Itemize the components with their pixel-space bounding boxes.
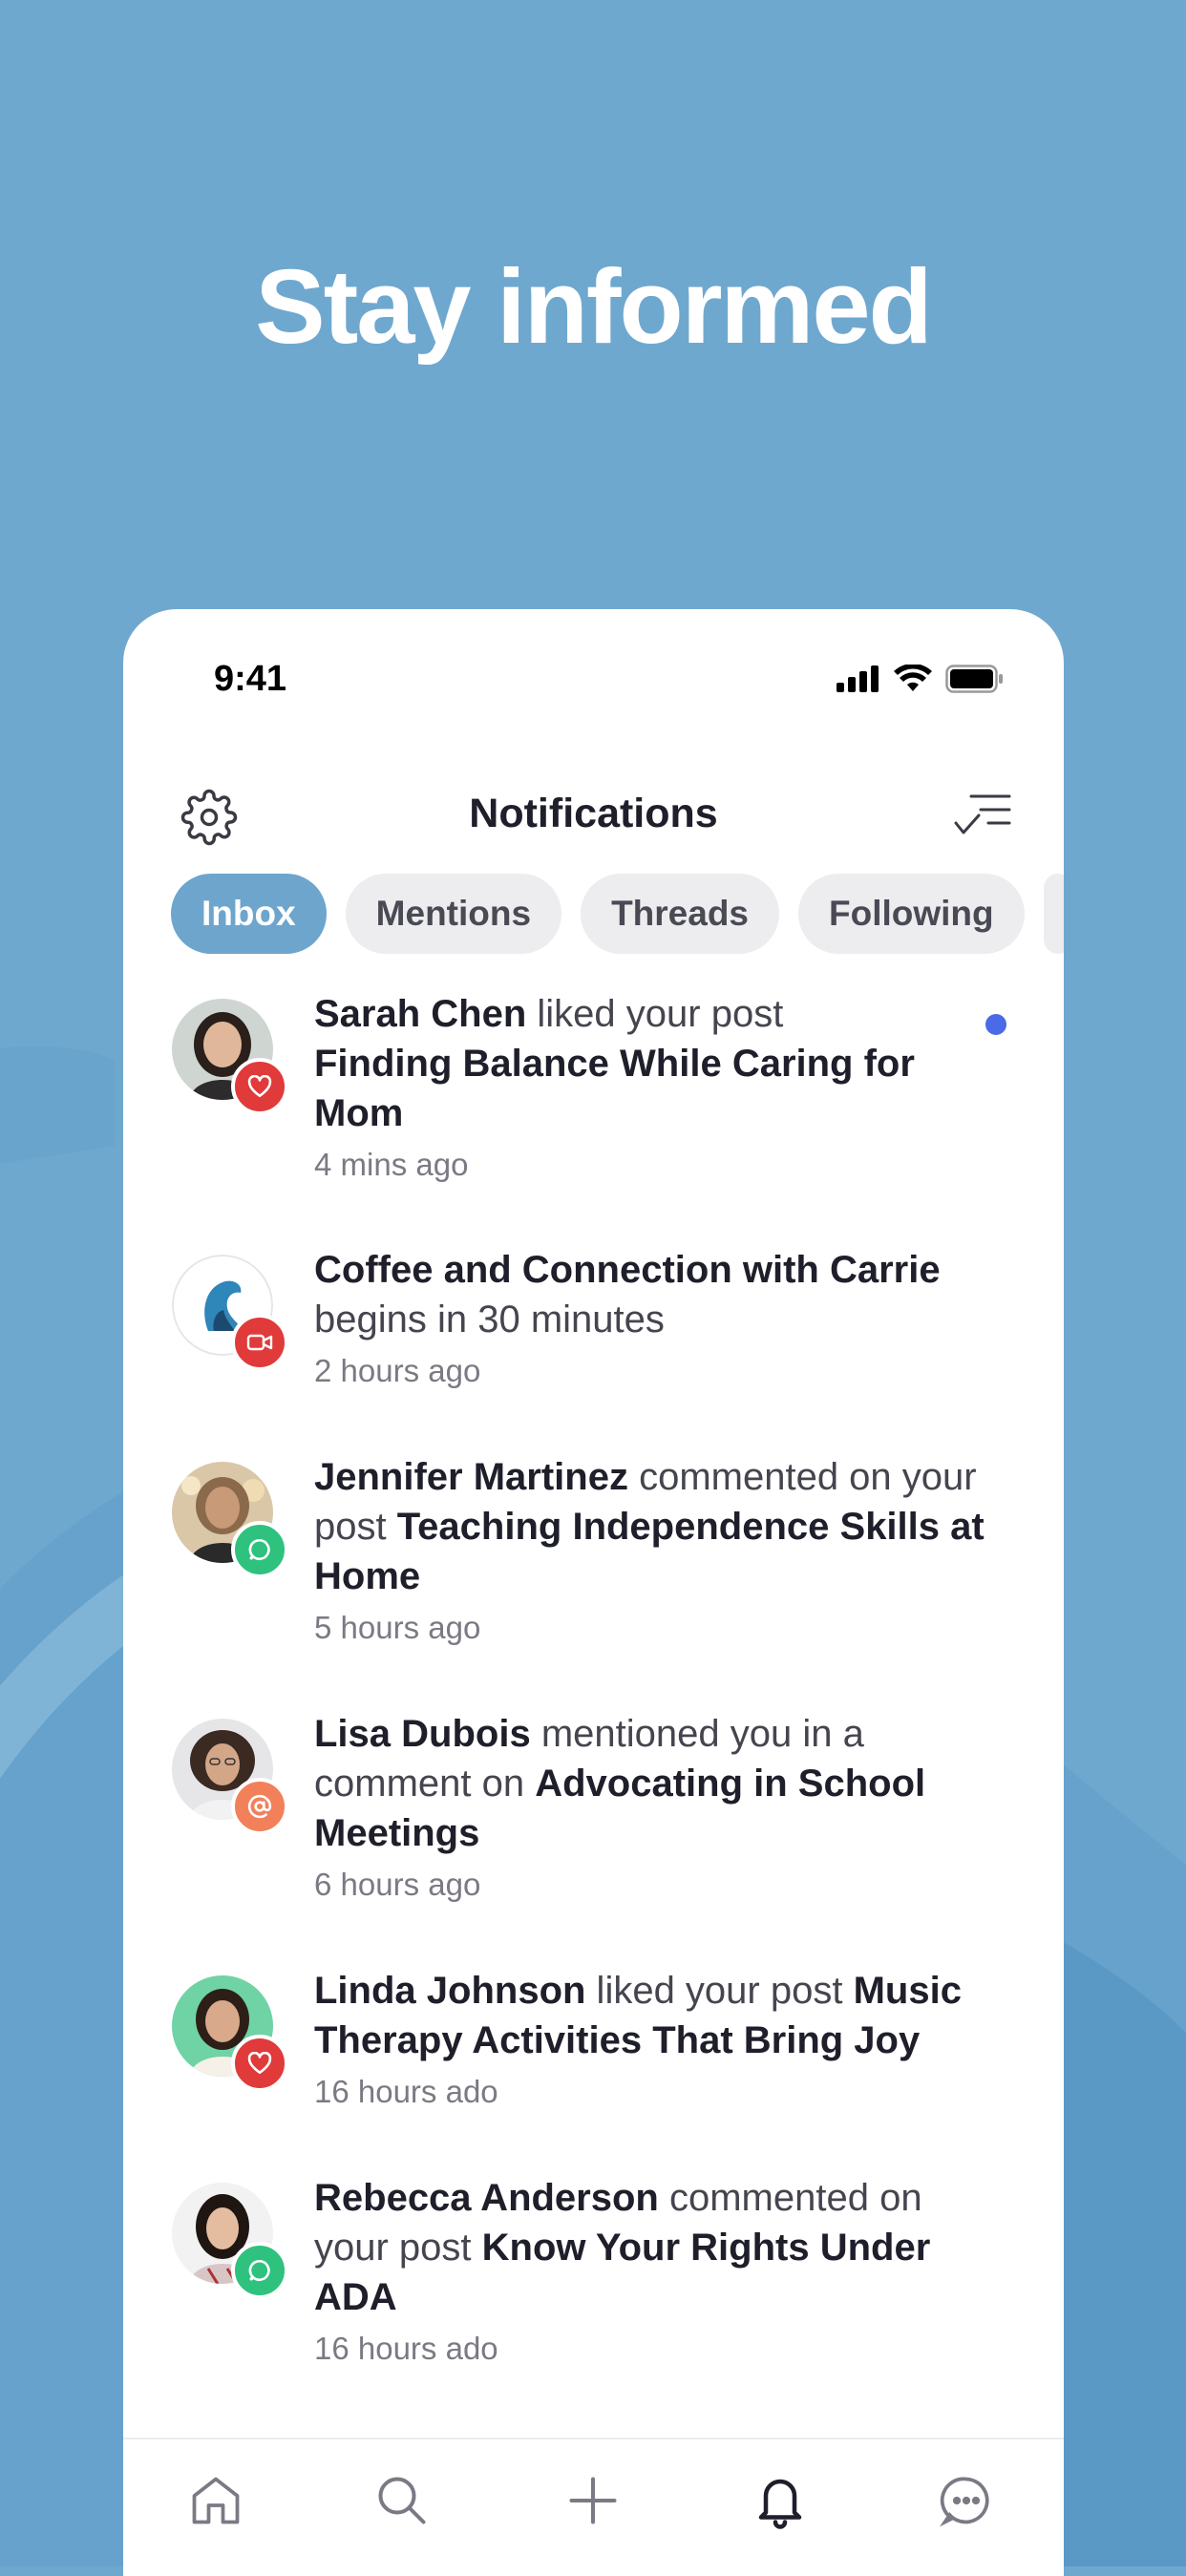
event-badge xyxy=(231,1314,288,1371)
tab-create[interactable] xyxy=(555,2462,631,2539)
notification-text: Jennifer Martinez commented on your post… xyxy=(314,1452,997,1651)
notification-text: Linda Johnson liked your post Music Ther… xyxy=(314,1966,997,2115)
list-check-icon xyxy=(954,794,1011,834)
actor-name: Lisa Dubois xyxy=(314,1713,531,1755)
timestamp: 6 hours ago xyxy=(314,1867,481,1902)
bottom-tab-bar xyxy=(123,2438,1064,2576)
status-time: 9:41 xyxy=(214,659,287,699)
plus-icon xyxy=(569,2477,617,2524)
search-icon xyxy=(378,2477,426,2524)
notification-text: Sarah Chen liked your post Finding Balan… xyxy=(314,989,997,1188)
heart-icon xyxy=(247,2052,272,2075)
post-title: Finding Balance While Caring for Mom xyxy=(314,1043,915,1134)
comment-icon xyxy=(248,2259,270,2282)
bell-icon xyxy=(758,2479,802,2529)
avatar xyxy=(172,1462,288,1578)
comment-badge xyxy=(231,1521,288,1578)
actor-name: Linda Johnson xyxy=(314,1970,586,2012)
comment-icon xyxy=(248,1538,270,1561)
tab-following[interactable]: Following xyxy=(798,874,1025,954)
heart-icon xyxy=(247,1075,272,1098)
actor-name: Jennifer Martinez xyxy=(314,1456,628,1498)
tab-overflow[interactable] xyxy=(1043,874,1064,954)
like-badge xyxy=(231,2035,288,2092)
action-text: liked your post xyxy=(585,1970,854,2012)
timestamp: 16 hours ado xyxy=(314,2331,498,2366)
tab-home[interactable] xyxy=(178,2462,254,2539)
tab-inbox[interactable]: Inbox xyxy=(171,874,327,954)
action-text: liked your post xyxy=(526,993,784,1035)
at-icon xyxy=(247,1794,272,1819)
wifi-icon xyxy=(894,665,932,691)
signal-icon xyxy=(837,665,879,692)
avatar xyxy=(172,999,288,1115)
action-text: begins in 30 minutes xyxy=(314,1299,665,1341)
nav-header: Notifications xyxy=(123,752,1064,876)
notification-text: Rebecca Anderson commented on your post … xyxy=(314,2173,997,2372)
avatar xyxy=(172,1255,288,1371)
mention-badge xyxy=(231,1778,288,1835)
comment-badge xyxy=(231,2242,288,2299)
chat-icon xyxy=(940,2477,989,2527)
phone-screen: 9:41 Notifications Inbox Mentions Thread… xyxy=(123,609,1064,2576)
tab-messages[interactable] xyxy=(928,2462,1005,2539)
page-title: Notifications xyxy=(469,791,718,836)
status-icons xyxy=(837,665,1005,693)
post-title: Teaching Independence Skills at Home xyxy=(314,1506,985,1597)
tab-threads[interactable]: Threads xyxy=(581,874,779,954)
actor-name: Rebecca Anderson xyxy=(314,2177,659,2219)
hero-title: Stay informed xyxy=(255,248,932,366)
video-icon xyxy=(246,1334,273,1351)
timestamp: 16 hours ado xyxy=(314,2074,498,2109)
like-badge xyxy=(231,1058,288,1115)
timestamp: 5 hours ago xyxy=(314,1610,481,1645)
status-bar: 9:41 xyxy=(123,609,1064,752)
tab-mentions[interactable]: Mentions xyxy=(345,874,562,954)
tab-search[interactable] xyxy=(364,2462,440,2539)
home-icon xyxy=(192,2477,240,2524)
event-title: Coffee and Connection with Carrie xyxy=(314,1249,941,1291)
timestamp: 4 mins ago xyxy=(314,1147,469,1182)
avatar xyxy=(172,2183,288,2299)
unread-indicator xyxy=(985,1014,1006,1035)
tab-notifications[interactable] xyxy=(742,2462,818,2539)
mark-all-read-button[interactable] xyxy=(944,779,1021,855)
notification-text: Coffee and Connection with Carrie begins… xyxy=(314,1245,997,1394)
avatar xyxy=(172,1719,288,1835)
battery-icon xyxy=(945,665,1003,693)
actor-name: Sarah Chen xyxy=(314,993,527,1035)
timestamp: 2 hours ago xyxy=(314,1353,481,1388)
notification-text: Lisa Dubois mentioned you in a comment o… xyxy=(314,1709,997,1908)
avatar xyxy=(172,1975,288,2092)
filter-tabs: Inbox Mentions Threads Following xyxy=(171,874,1064,954)
